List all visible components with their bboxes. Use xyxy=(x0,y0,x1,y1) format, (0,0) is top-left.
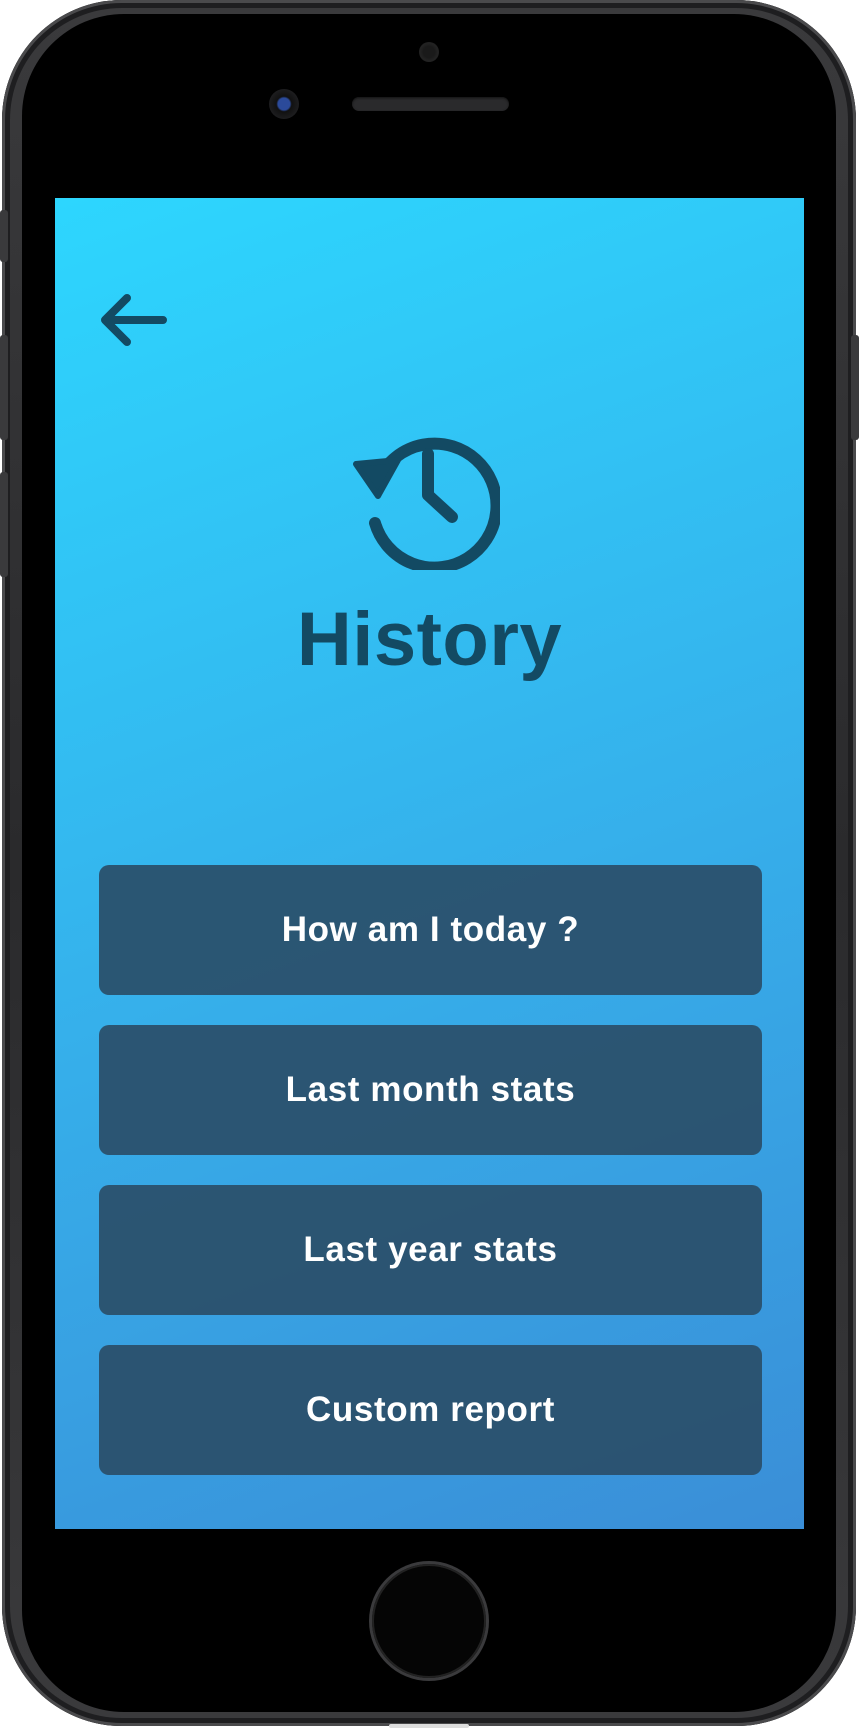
page-title: History xyxy=(296,597,563,682)
front-camera xyxy=(269,89,299,119)
last-year-stats-button[interactable]: Last year stats xyxy=(99,1185,762,1315)
side-button-volume-down xyxy=(0,472,8,577)
how-am-i-today-button[interactable]: How am I today ? xyxy=(99,865,762,995)
earpiece-speaker xyxy=(352,97,509,111)
arrow-left-icon xyxy=(101,294,167,346)
side-button-mute xyxy=(0,210,8,262)
app-screen: History How am I today ? Last month stat… xyxy=(55,198,804,1529)
proximity-sensor xyxy=(419,42,439,62)
side-button-volume-up xyxy=(0,335,8,440)
last-month-stats-button[interactable]: Last month stats xyxy=(99,1025,762,1155)
lightning-port xyxy=(389,1724,469,1728)
history-icon xyxy=(353,437,500,570)
custom-report-button[interactable]: Custom report xyxy=(99,1345,762,1475)
history-menu: How am I today ? Last month stats Last y… xyxy=(99,865,762,1505)
back-button[interactable] xyxy=(95,290,171,350)
side-button-power xyxy=(851,335,859,440)
home-button[interactable] xyxy=(372,1564,486,1678)
